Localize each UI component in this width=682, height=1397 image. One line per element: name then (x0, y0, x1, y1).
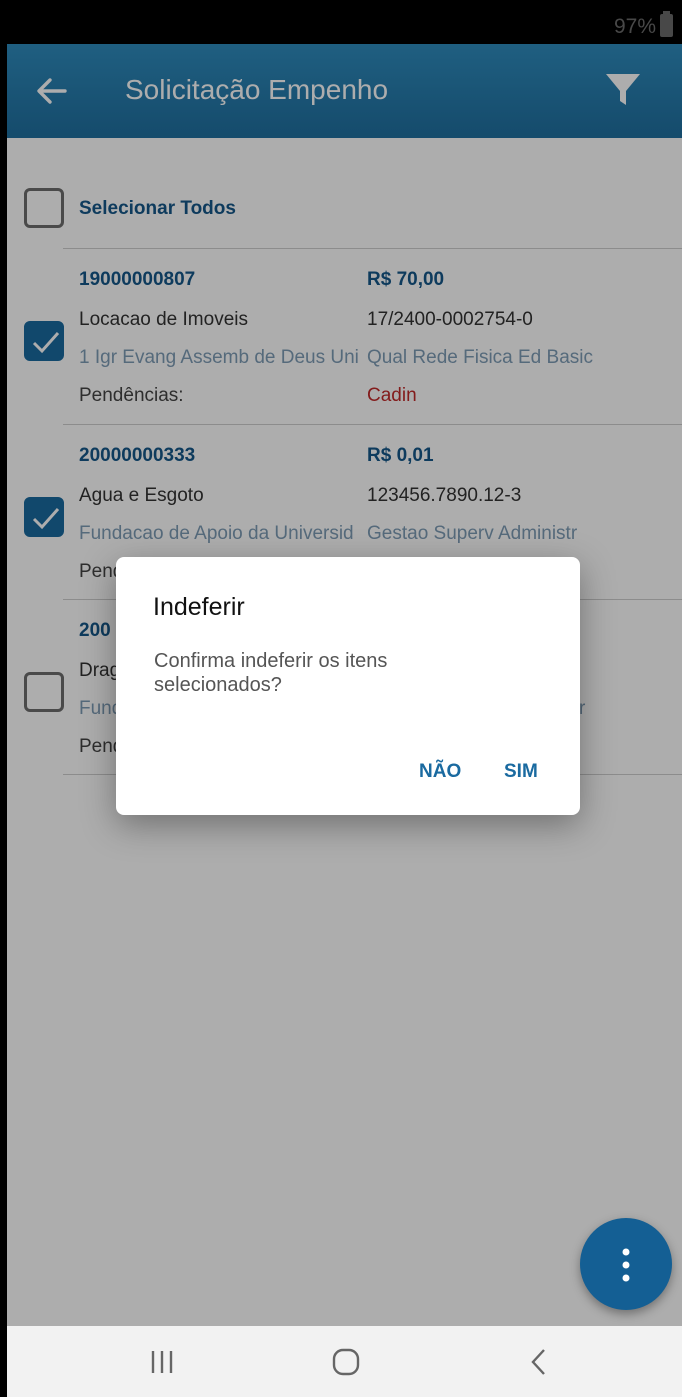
more-vertical-icon (622, 1248, 630, 1282)
back-icon (531, 1349, 545, 1375)
home-button[interactable] (326, 1344, 366, 1380)
app-screen: 97% Solicitação Empenho Selecionar Todos… (7, 7, 682, 1397)
confirm-dialog: Indeferir Confirma indeferir os itens se… (116, 557, 580, 815)
more-actions-button[interactable] (580, 1218, 672, 1310)
yes-button[interactable]: SIM (504, 761, 538, 783)
recent-apps-icon (151, 1351, 173, 1373)
no-button[interactable]: NÃO (419, 761, 461, 783)
dialog-message: Confirma indeferir os itens selecionados… (154, 650, 388, 696)
system-back-button[interactable] (519, 1344, 559, 1380)
home-icon (332, 1348, 360, 1376)
system-nav-bar (7, 1326, 682, 1397)
recent-apps-button[interactable] (142, 1344, 182, 1380)
dialog-title: Indeferir (153, 593, 245, 621)
